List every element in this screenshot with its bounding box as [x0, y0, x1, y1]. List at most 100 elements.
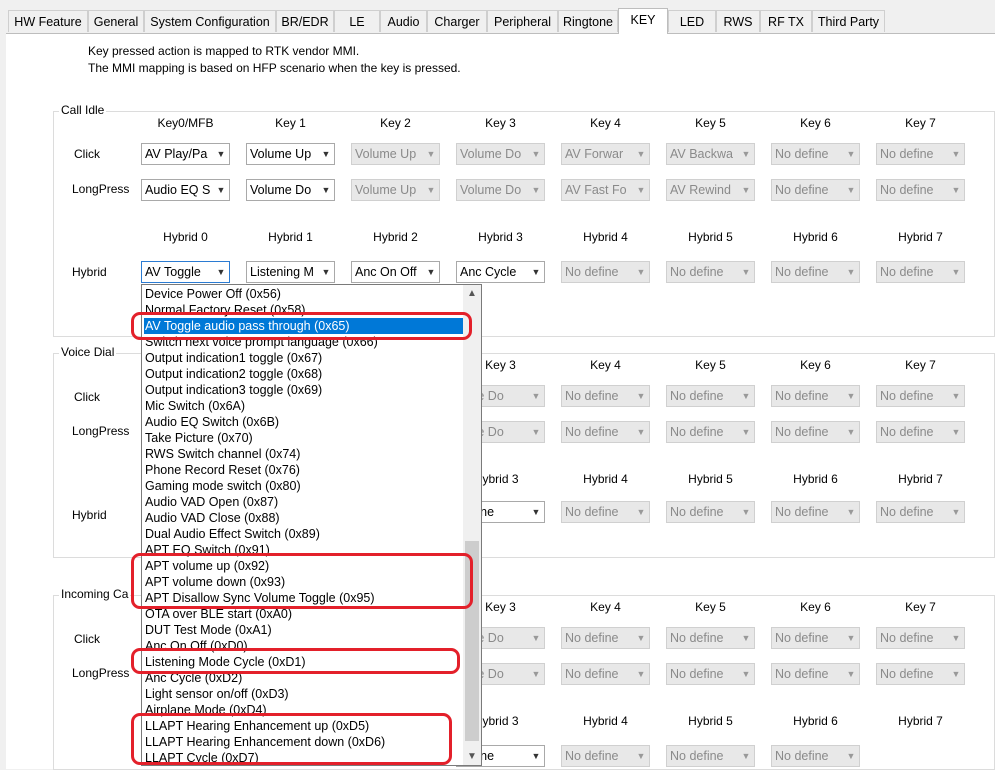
- tab-audio[interactable]: Audio: [380, 10, 427, 32]
- call-idle-hybrid-select[interactable]: Listening M ▼: [246, 261, 335, 283]
- chevron-down-icon: ▼: [948, 144, 964, 164]
- call-idle-key-header: Key 3: [485, 116, 516, 130]
- tab-third-party[interactable]: Third Party: [812, 10, 885, 32]
- dropdown-option[interactable]: Audio EQ Switch (0x6B): [144, 414, 463, 430]
- tab-hw-feature[interactable]: HW Feature: [8, 10, 88, 32]
- tab-peripheral[interactable]: Peripheral: [487, 10, 558, 32]
- call-idle-hybrid-label: Hybrid: [72, 265, 107, 279]
- dropdown-option[interactable]: Output indication2 toggle (0x68): [144, 366, 463, 382]
- voice-dial-click-label: Click: [74, 390, 100, 404]
- chevron-down-icon: ▼: [948, 502, 964, 522]
- mmi-action-dropdown-list[interactable]: ▲ ▼ Device Power Off (0x56) Normal Factor…: [141, 284, 482, 766]
- dropdown-scrollbar[interactable]: ▲ ▼: [463, 285, 481, 765]
- dropdown-option[interactable]: RWS Switch channel (0x74): [144, 446, 463, 462]
- incoming-call-longpress-select-value: No define: [880, 667, 934, 681]
- call-idle-longpress-select-value: Volume Do: [460, 183, 522, 197]
- chevron-down-icon: ▼: [843, 386, 859, 406]
- chevron-down-icon[interactable]: ▼: [318, 180, 334, 200]
- highlight-listening-mode-cycle: [131, 648, 460, 674]
- tab-system-configuration[interactable]: System Configuration: [144, 10, 276, 32]
- chevron-down-icon[interactable]: ▼: [318, 262, 334, 282]
- voice-dial-click-select: No define ▼: [666, 385, 755, 407]
- incoming-call-click-select-value: No define: [880, 631, 934, 645]
- chevron-down-icon: ▼: [948, 386, 964, 406]
- call-idle-click-select[interactable]: AV Play/Pa ▼: [141, 143, 230, 165]
- call-idle-longpress-select-value: Audio EQ S: [145, 183, 211, 197]
- voice-dial-longpress-select: No define ▼: [876, 421, 965, 443]
- tab-rws[interactable]: RWS: [716, 10, 760, 32]
- call-idle-hybrid-select[interactable]: AV Toggle ▼: [141, 261, 230, 283]
- tab-charger[interactable]: Charger: [427, 10, 487, 32]
- call-idle-longpress-select[interactable]: Audio EQ S ▼: [141, 179, 230, 201]
- voice-dial-hybrid-select: No define ▼: [876, 501, 965, 523]
- call-idle-click-select: AV Forwar ▼: [561, 143, 650, 165]
- chevron-down-icon[interactable]: ▼: [318, 144, 334, 164]
- dropdown-option[interactable]: Output indication3 toggle (0x69): [144, 382, 463, 398]
- dropdown-option[interactable]: Light sensor on/off (0xD3): [144, 686, 463, 702]
- chevron-down-icon[interactable]: ▼: [423, 262, 439, 282]
- tab-key[interactable]: KEY: [618, 8, 668, 34]
- call-idle-click-select: No define ▼: [876, 143, 965, 165]
- incoming-call-click-select: No define ▼: [771, 627, 860, 649]
- incoming-call-longpress-select-value: No define: [775, 667, 829, 681]
- chevron-down-icon[interactable]: ▼: [528, 262, 544, 282]
- call-idle-click-select-value: AV Forwar: [565, 147, 624, 161]
- tab-rf-tx[interactable]: RF TX: [760, 10, 812, 32]
- call-idle-longpress-select[interactable]: Volume Do ▼: [246, 179, 335, 201]
- chevron-down-icon: ▼: [633, 262, 649, 282]
- chevron-down-icon[interactable]: ▼: [463, 748, 481, 765]
- chevron-down-icon: ▼: [633, 628, 649, 648]
- dropdown-option[interactable]: Output indication1 toggle (0x67): [144, 350, 463, 366]
- call-idle-hybrid-select[interactable]: Anc On Off ▼: [351, 261, 440, 283]
- call-idle-click-select: No define ▼: [771, 143, 860, 165]
- chevron-down-icon: ▼: [528, 180, 544, 200]
- chevron-down-icon[interactable]: ▼: [213, 180, 229, 200]
- dropdown-option[interactable]: Phone Record Reset (0x76): [144, 462, 463, 478]
- dropdown-option[interactable]: Device Power Off (0x56): [144, 286, 463, 302]
- incoming-call-hybrid-select-value: No define: [670, 749, 724, 763]
- dropdown-option[interactable]: DUT Test Mode (0xA1): [144, 622, 463, 638]
- call-idle-longpress-select-value: AV Fast Fo: [565, 183, 627, 197]
- tab-le[interactable]: LE: [334, 10, 380, 32]
- incoming-call-hybrid-header: Hybrid 5: [688, 714, 733, 728]
- call-idle-click-select[interactable]: Volume Up ▼: [246, 143, 335, 165]
- dropdown-option[interactable]: Audio VAD Open (0x87): [144, 494, 463, 510]
- voice-dial-group-title: Voice Dial: [59, 345, 117, 359]
- chevron-down-icon: ▼: [738, 664, 754, 684]
- call-idle-hybrid-header: Hybrid 6: [793, 230, 838, 244]
- voice-dial-click-select: No define ▼: [876, 385, 965, 407]
- chevron-down-icon[interactable]: ▼: [528, 746, 544, 766]
- dropdown-option[interactable]: Mic Switch (0x6A): [144, 398, 463, 414]
- voice-dial-click-select: No define ▼: [561, 385, 650, 407]
- incoming-call-hybrid-header: Hybrid 6: [793, 714, 838, 728]
- voice-dial-click-select-value: No define: [775, 389, 829, 403]
- call-idle-hybrid-select[interactable]: Anc Cycle ▼: [456, 261, 545, 283]
- incoming-call-longpress-select: No define ▼: [666, 663, 755, 685]
- call-idle-key-header: Key 5: [695, 116, 726, 130]
- voice-dial-hybrid-header: Hybrid 5: [688, 472, 733, 486]
- incoming-call-hybrid-select: No define ▼: [666, 745, 755, 767]
- tab-general[interactable]: General: [88, 10, 144, 32]
- chevron-down-icon: ▼: [633, 144, 649, 164]
- call-idle-hybrid-header: Hybrid 7: [898, 230, 943, 244]
- chevron-down-icon[interactable]: ▼: [528, 502, 544, 522]
- call-idle-hybrid-select-value: No define: [565, 265, 619, 279]
- tab-ringtone[interactable]: Ringtone: [558, 10, 618, 32]
- dropdown-option[interactable]: Dual Audio Effect Switch (0x89): [144, 526, 463, 542]
- call-idle-hybrid-header: Hybrid 1: [268, 230, 313, 244]
- chevron-down-icon[interactable]: ▼: [213, 262, 229, 282]
- dropdown-option[interactable]: Gaming mode switch (0x80): [144, 478, 463, 494]
- dropdown-option[interactable]: Audio VAD Close (0x88): [144, 510, 463, 526]
- call-idle-longpress-select: No define ▼: [876, 179, 965, 201]
- call-idle-click-select: Volume Do ▼: [456, 143, 545, 165]
- call-idle-key-header: Key 2: [380, 116, 411, 130]
- incoming-call-hybrid-header: Hybrid 4: [583, 714, 628, 728]
- tab-led[interactable]: LED: [668, 10, 716, 32]
- call-idle-click-select-value: Volume Do: [460, 147, 522, 161]
- call-idle-hybrid-header: Hybrid 4: [583, 230, 628, 244]
- dropdown-option[interactable]: Take Picture (0x70): [144, 430, 463, 446]
- chevron-up-icon[interactable]: ▲: [463, 285, 481, 302]
- tab-br-edr[interactable]: BR/EDR: [276, 10, 334, 32]
- chevron-down-icon: ▼: [948, 180, 964, 200]
- chevron-down-icon[interactable]: ▼: [213, 144, 229, 164]
